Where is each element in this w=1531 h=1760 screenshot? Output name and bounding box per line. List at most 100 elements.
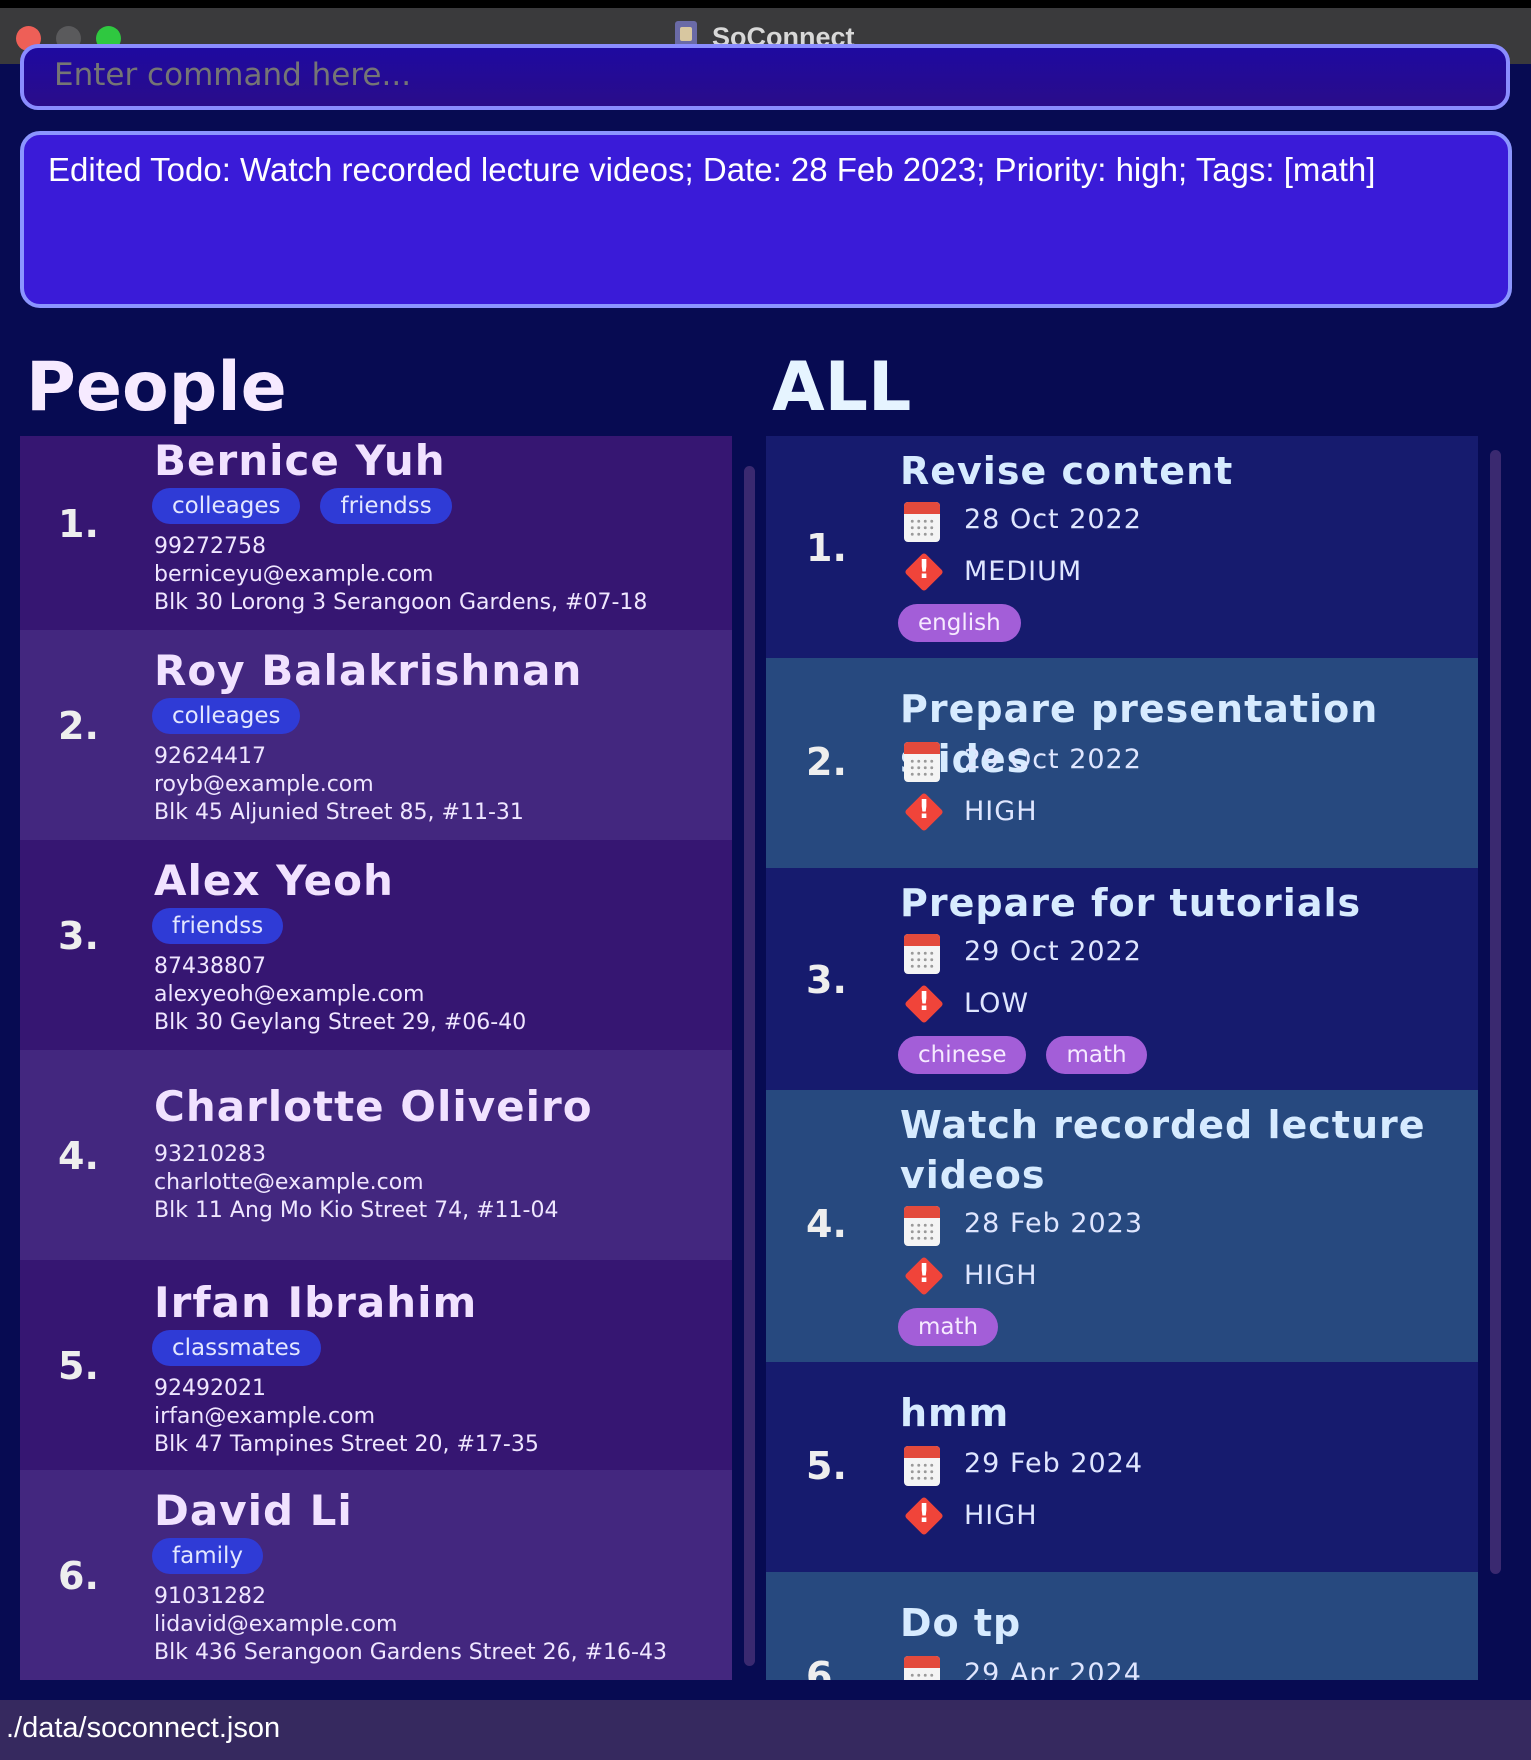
person-phone: 91031282	[154, 1584, 266, 1609]
todo-tags: chinese math	[898, 1036, 1147, 1074]
person-tags: family	[152, 1538, 263, 1574]
todo-card[interactable]: 1. Revise content 28 Oct 2022 ! MEDIUM e…	[766, 436, 1478, 658]
person-tag: colleages	[152, 698, 301, 734]
todo-tags: math	[898, 1308, 999, 1346]
todo-title: hmm	[900, 1391, 1010, 1435]
person-index: 2.	[58, 704, 99, 748]
command-input[interactable]	[52, 56, 1456, 94]
result-display: Edited Todo: Watch recorded lecture vide…	[20, 131, 1512, 308]
todo-card[interactable]: 3. Prepare for tutorials 29 Oct 2022 ! L…	[766, 868, 1478, 1090]
priority-warning-icon: !	[904, 1256, 944, 1296]
person-phone: 87438807	[154, 954, 266, 979]
person-card[interactable]: 5. Irfan Ibrahim classmates 92492021 irf…	[20, 1260, 732, 1470]
todo-index: 4.	[806, 1202, 847, 1246]
todo-card[interactable]: 6. Do tp 29 Apr 2024	[766, 1572, 1478, 1680]
person-name: Roy Balakrishnan	[154, 646, 583, 695]
people-scrollbar[interactable]	[744, 466, 755, 1666]
calendar-icon	[904, 1656, 940, 1680]
person-email: royb@example.com	[154, 772, 374, 797]
todo-priority: HIGH	[964, 796, 1038, 827]
person-phone: 93210283	[154, 1142, 266, 1167]
todo-date: 29 Oct 2022	[964, 936, 1142, 967]
todo-date: 28 Oct 2022	[964, 504, 1142, 535]
person-address: Blk 45 Aljunied Street 85, #11-31	[154, 800, 524, 825]
person-name: Alex Yeoh	[154, 856, 394, 905]
person-name: Bernice Yuh	[154, 436, 446, 485]
priority-warning-icon: !	[904, 792, 944, 832]
priority-warning-icon: !	[904, 552, 944, 592]
todo-tag: english	[898, 604, 1021, 642]
person-email: alexyeoh@example.com	[154, 982, 425, 1007]
person-card[interactable]: 1. Bernice Yuh colleages friendss 992727…	[20, 436, 732, 630]
person-email: berniceyu@example.com	[154, 562, 434, 587]
todo-tag: math	[1046, 1036, 1147, 1074]
person-phone: 99272758	[154, 534, 266, 559]
person-address: Blk 47 Tampines Street 20, #17-35	[154, 1432, 539, 1457]
todo-date: 28 Feb 2023	[964, 1208, 1144, 1239]
person-email: irfan@example.com	[154, 1404, 375, 1429]
todo-tags: english	[898, 604, 1021, 642]
todo-scrollbar[interactable]	[1490, 450, 1501, 1574]
todo-tag: math	[898, 1308, 999, 1346]
todo-index: 6.	[806, 1654, 847, 1680]
person-email: lidavid@example.com	[154, 1612, 398, 1637]
person-name: Irfan Ibrahim	[154, 1278, 478, 1327]
person-tag: friendss	[320, 488, 452, 524]
todo-index: 3.	[806, 958, 847, 1002]
person-tags: colleages friendss	[152, 488, 452, 524]
todo-index: 1.	[806, 526, 847, 570]
todo-tag: chinese	[898, 1036, 1027, 1074]
person-address: Blk 30 Lorong 3 Serangoon Gardens, #07-1…	[154, 590, 648, 615]
person-tags: friendss	[152, 908, 284, 944]
person-address: Blk 30 Geylang Street 29, #06-40	[154, 1010, 527, 1035]
todo-priority: LOW	[964, 988, 1030, 1019]
command-box	[20, 44, 1510, 110]
calendar-icon	[904, 934, 940, 974]
todo-heading: ALL	[772, 348, 912, 427]
people-list: 1. Bernice Yuh colleages friendss 992727…	[20, 436, 732, 1680]
priority-warning-icon: !	[904, 1496, 944, 1536]
person-address: Blk 436 Serangoon Gardens Street 26, #16…	[154, 1640, 667, 1665]
person-card[interactable]: 2. Roy Balakrishnan colleages 92624417 r…	[20, 630, 732, 840]
todo-priority: MEDIUM	[964, 556, 1083, 587]
todo-title: Revise content	[900, 449, 1234, 493]
person-tag: friendss	[152, 908, 284, 944]
status-bar: ./data/soconnect.json	[0, 1700, 1531, 1760]
person-card[interactable]: 4. Charlotte Oliveiro 93210283 charlotte…	[20, 1050, 732, 1260]
person-tag: classmates	[152, 1330, 321, 1366]
person-index: 5.	[58, 1344, 99, 1388]
person-card[interactable]: 3. Alex Yeoh friendss 87438807 alexyeoh@…	[20, 840, 732, 1050]
priority-warning-icon: !	[904, 984, 944, 1024]
calendar-icon	[904, 742, 940, 782]
todo-priority: HIGH	[964, 1500, 1038, 1531]
result-text: Edited Todo: Watch recorded lecture vide…	[48, 151, 1376, 188]
calendar-icon	[904, 502, 940, 542]
person-tags: classmates	[152, 1330, 321, 1366]
calendar-icon	[904, 1206, 940, 1246]
calendar-icon	[904, 1446, 940, 1486]
person-index: 4.	[58, 1134, 99, 1178]
todo-date: 29 Feb 2024	[964, 1448, 1144, 1479]
person-address: Blk 11 Ang Mo Kio Street 74, #11-04	[154, 1198, 559, 1223]
data-file-path: ./data/soconnect.json	[6, 1712, 281, 1744]
todo-index: 2.	[806, 740, 847, 784]
todo-index: 5.	[806, 1444, 847, 1488]
person-card[interactable]: 6. David Li family 91031282 lidavid@exam…	[20, 1470, 732, 1680]
person-tag: colleages	[152, 488, 301, 524]
person-phone: 92492021	[154, 1376, 266, 1401]
todo-title: Do tp	[900, 1601, 1022, 1645]
people-heading: People	[26, 348, 287, 427]
todo-card[interactable]: 5. hmm 29 Feb 2024 ! HIGH	[766, 1362, 1478, 1572]
person-name: David Li	[154, 1486, 353, 1535]
person-tags: colleages	[152, 698, 301, 734]
person-tag: family	[152, 1538, 263, 1574]
person-phone: 92624417	[154, 744, 266, 769]
person-name: Charlotte Oliveiro	[154, 1082, 593, 1131]
todo-priority: HIGH	[964, 1260, 1038, 1291]
todo-card[interactable]: 2. Prepare presentation slides 29 Oct 20…	[766, 658, 1478, 868]
person-index: 6.	[58, 1554, 99, 1598]
person-index: 3.	[58, 914, 99, 958]
todo-date: 29 Oct 2022	[964, 744, 1142, 775]
todo-card[interactable]: 4. Watch recorded lecture videos 28 Feb …	[766, 1090, 1478, 1362]
person-email: charlotte@example.com	[154, 1170, 424, 1195]
